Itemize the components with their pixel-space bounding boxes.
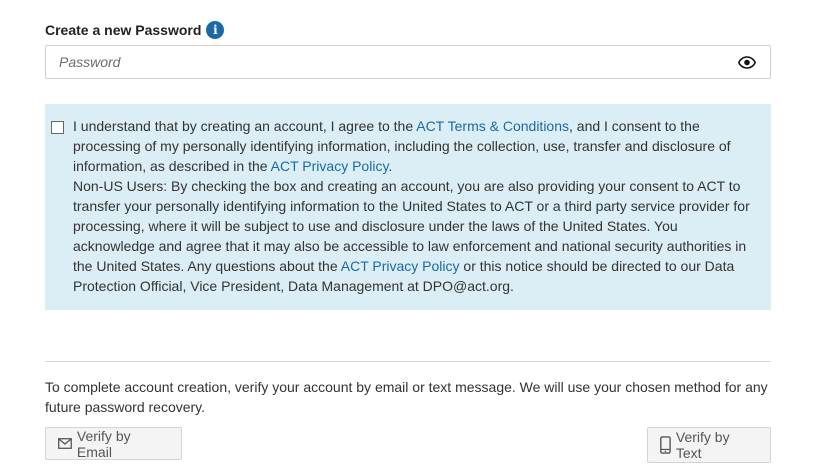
- mobile-phone-icon: [660, 436, 671, 454]
- divider: [45, 361, 771, 362]
- envelope-icon: [58, 438, 72, 449]
- password-label-row: Create a new Password i: [45, 20, 225, 40]
- terms-link[interactable]: ACT Terms & Conditions: [416, 118, 569, 134]
- privacy-policy-link[interactable]: ACT Privacy Policy: [271, 158, 389, 174]
- password-input[interactable]: [46, 46, 726, 78]
- consent-paragraph-1: I understand that by creating an account…: [73, 116, 759, 176]
- password-label: Create a new Password: [45, 22, 202, 38]
- eye-icon[interactable]: [738, 56, 756, 69]
- consent-text: I understand that by creating an account…: [73, 116, 759, 310]
- consent-checkbox[interactable]: [51, 121, 64, 134]
- verify-by-text-label: Verify by Text: [675, 429, 730, 461]
- consent-paragraph-2: Non-US Users: By checking the box and cr…: [73, 176, 759, 296]
- privacy-policy-link-2[interactable]: ACT Privacy Policy: [341, 258, 460, 274]
- verify-by-email-label: Verify by Email: [76, 427, 131, 460]
- consent-panel: I understand that by creating an account…: [45, 104, 771, 310]
- verify-info-text: To complete account creation, verify you…: [45, 379, 768, 415]
- verify-by-email-button[interactable]: Verify by Email: [45, 427, 182, 460]
- consent-p1-end: .: [388, 158, 393, 174]
- consent-p1-before: I understand that by creating an account…: [73, 118, 417, 134]
- verify-by-text-button[interactable]: Verify by Text: [647, 427, 771, 463]
- password-field: [45, 45, 771, 79]
- info-icon[interactable]: i: [206, 21, 225, 39]
